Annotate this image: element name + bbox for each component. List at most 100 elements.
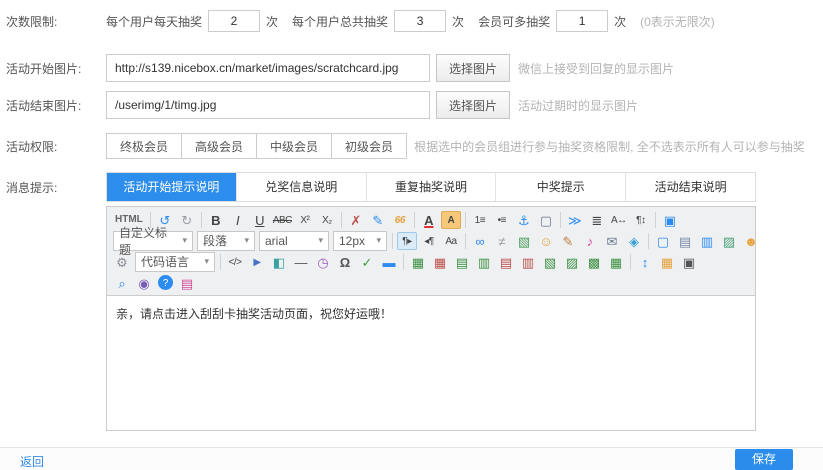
font-family-dropdown-value: arial xyxy=(265,234,288,248)
code-language-dropdown[interactable]: 代码语言▾ xyxy=(135,252,215,272)
tab-end-message[interactable]: 活动结束说明 xyxy=(626,173,755,201)
back-color-icon[interactable]: A xyxy=(441,211,461,229)
merge-right-icon[interactable]: ▩ xyxy=(584,253,604,271)
unordered-list-icon[interactable]: •≡ xyxy=(492,211,512,229)
screen-shot-icon[interactable]: ◧ xyxy=(269,253,289,271)
delete-row-icon[interactable]: ▤ xyxy=(496,253,516,271)
superscript-icon[interactable]: X² xyxy=(295,211,315,229)
start-image-pick-button[interactable]: 选择图片 xyxy=(436,54,510,82)
limit-member-input[interactable] xyxy=(556,10,608,32)
horizontal-rule-icon[interactable]: — xyxy=(291,253,311,271)
tab-win-message[interactable]: 中奖提示 xyxy=(496,173,626,201)
save-button[interactable]: 保存 xyxy=(735,449,793,470)
format-painter-icon[interactable]: ✎ xyxy=(368,211,388,229)
letter-case-icon[interactable]: Aa xyxy=(441,232,461,250)
limit-daily-text: 每个用户每天抽奖 xyxy=(106,13,202,30)
toolbar-separator xyxy=(465,233,466,249)
subscript-icon[interactable]: X₂ xyxy=(317,211,337,229)
table-sort-icon[interactable]: ↕ xyxy=(635,253,655,271)
toolbar-separator xyxy=(414,212,415,228)
merge-down-icon[interactable]: ▦ xyxy=(606,253,626,271)
emotion-icon[interactable]: ☺ xyxy=(536,232,556,250)
scrawl-icon[interactable]: ✎ xyxy=(558,232,578,250)
unlink-icon[interactable]: ≠ xyxy=(492,232,512,250)
music-icon[interactable]: ♪ xyxy=(580,232,600,250)
start-image-input[interactable] xyxy=(106,54,430,82)
end-image-pick-button[interactable]: 选择图片 xyxy=(436,91,510,119)
paragraph-spacing-icon[interactable]: ¶↕ xyxy=(631,211,651,229)
insert-frame-icon[interactable]: ▢ xyxy=(536,211,556,229)
custom-title-dropdown[interactable]: 自定义标题▾ xyxy=(113,231,193,251)
letter-spacing-icon[interactable]: A↔ xyxy=(609,211,629,229)
image-icon[interactable]: ▧ xyxy=(514,232,534,250)
editor-content[interactable]: 亲，请点击进入刮刮卡抽奖活动页面，祝您好运哦！ xyxy=(107,296,755,430)
rich-text-editor: HTML↺↻BIUABCX²X₂✗✎66AA1≡•≡⚓▢≫≣A↔¶↕▣ 自定义标… xyxy=(106,206,756,431)
end-image-input[interactable] xyxy=(106,91,430,119)
special-char-icon[interactable]: Ω xyxy=(335,253,355,271)
member-junior-button[interactable]: 初级会员 xyxy=(331,133,407,159)
member-senior-button[interactable]: 高级会员 xyxy=(181,133,257,159)
ordered-list-icon[interactable]: 1≡ xyxy=(470,211,490,229)
toolbar-separator xyxy=(392,233,393,249)
delete-col-icon[interactable]: ▥ xyxy=(518,253,538,271)
toolbar-row-4: ⌕◉? ▤ xyxy=(111,272,751,293)
insert-table-icon[interactable]: ▦ xyxy=(408,253,428,271)
insert-video-icon[interactable]: ▶ xyxy=(247,253,267,271)
template-icon[interactable]: ▥ xyxy=(697,232,717,250)
tab-redeem-message[interactable]: 兑奖信息说明 xyxy=(237,173,367,201)
insert-code-icon[interactable]: </> xyxy=(225,253,245,271)
toolbar-separator xyxy=(220,254,221,270)
message-label: 消息提示: xyxy=(6,179,106,196)
spellcheck-icon[interactable]: ✓ xyxy=(357,253,377,271)
attachment-icon[interactable]: ✉ xyxy=(602,232,622,250)
toolbar-separator xyxy=(560,212,561,228)
toolbar-separator xyxy=(648,233,649,249)
help-icon[interactable]: ? xyxy=(158,275,173,290)
date-time-icon[interactable]: ◷ xyxy=(313,253,333,271)
limit-hint: (0表示无限次) xyxy=(640,13,715,30)
table-background-icon[interactable]: ▦ xyxy=(657,253,677,271)
font-family-dropdown[interactable]: arial▾ xyxy=(259,231,329,251)
page-break-icon[interactable]: ▬ xyxy=(379,253,399,271)
indent-icon[interactable]: ≫ xyxy=(565,211,585,229)
line-height-icon[interactable]: ≣ xyxy=(587,211,607,229)
toolbar-row-3: ⚙代码语言▾</>▶◧—◷Ω✓▬▦▦▤▥▤▥▧▨▩▦↕▦▣ xyxy=(111,251,751,272)
tab-start-message[interactable]: 活动开始提示说明 xyxy=(107,173,237,201)
member-ultimate-button[interactable]: 终极会员 xyxy=(106,133,182,159)
background-icon[interactable]: ▨ xyxy=(719,232,739,250)
map-icon[interactable]: ◈ xyxy=(624,232,644,250)
member-middle-button[interactable]: 中级会员 xyxy=(256,133,332,159)
search-replace-icon[interactable]: ⌕ xyxy=(112,274,132,292)
limit-total-input[interactable] xyxy=(394,10,446,32)
underline-icon[interactable]: U xyxy=(250,211,270,229)
print-icon[interactable]: ▣ xyxy=(679,253,699,271)
code-settings-icon[interactable]: ⚙ xyxy=(112,253,132,271)
bold-icon[interactable]: B xyxy=(206,211,226,229)
link-icon[interactable]: ∞ xyxy=(470,232,490,250)
delete-table-icon[interactable]: ▦ xyxy=(430,253,450,271)
split-cells-icon[interactable]: ▨ xyxy=(562,253,582,271)
merge-cells-icon[interactable]: ▧ xyxy=(540,253,560,271)
back-button[interactable]: 返回 xyxy=(20,453,44,470)
font-size-dropdown[interactable]: 12px▾ xyxy=(333,231,387,251)
smiley-icon[interactable]: ☻ xyxy=(741,232,761,250)
word-image-icon[interactable]: ▤ xyxy=(675,232,695,250)
dir-rtl-icon[interactable]: ◂¶ xyxy=(419,232,439,250)
snapscreen-icon[interactable]: ▢ xyxy=(653,232,673,250)
insert-col-icon[interactable]: ▥ xyxy=(474,253,494,271)
paragraph-format-dropdown[interactable]: 段落▾ xyxy=(197,231,255,251)
strikethrough-icon[interactable]: ABC xyxy=(272,211,293,229)
tab-repeat-message[interactable]: 重复抽奖说明 xyxy=(367,173,497,201)
font-color-icon[interactable]: A xyxy=(419,211,439,229)
dir-ltr-icon[interactable]: ¶▸ xyxy=(397,232,417,250)
insert-row-icon[interactable]: ▤ xyxy=(452,253,472,271)
fullscreen-icon[interactable]: ▣ xyxy=(660,211,680,229)
remove-format-icon[interactable]: ✗ xyxy=(346,211,366,229)
preview-icon[interactable]: ◉ xyxy=(134,274,154,292)
limit-daily-input[interactable] xyxy=(208,10,260,32)
blockquote-icon[interactable]: 66 xyxy=(390,211,410,229)
italic-icon[interactable]: I xyxy=(228,211,248,229)
redo-icon[interactable]: ↻ xyxy=(177,211,197,229)
drafts-icon[interactable]: ▤ xyxy=(177,274,197,292)
anchor-icon[interactable]: ⚓ xyxy=(514,211,534,229)
